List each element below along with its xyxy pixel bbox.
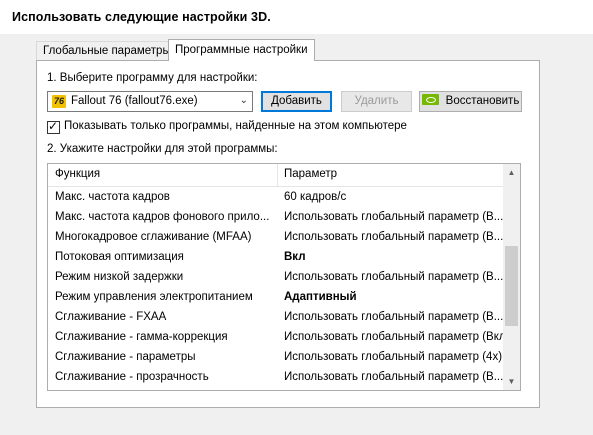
row-value[interactable]: Использовать глобальный параметр (4x): [284, 347, 504, 367]
row-feature: Макс. частота кадров: [55, 191, 170, 203]
add-button[interactable]: Добавить: [261, 91, 332, 112]
table-row[interactable]: Потоковая оптимизация Вкл: [48, 247, 504, 267]
row-feature: Режим управления электропитанием: [55, 291, 253, 303]
header-band: Использовать следующие настройки 3D.: [0, 0, 593, 34]
show-found-programs-checkbox[interactable]: ✓: [47, 119, 60, 134]
restore-button-label: Восстановить: [445, 95, 520, 107]
row-value[interactable]: Использовать глобальный параметр (В...: [284, 207, 504, 227]
row-value[interactable]: 60 кадров/с: [284, 187, 504, 207]
column-separator[interactable]: [277, 164, 278, 186]
table-row[interactable]: Сглаживание - прозрачность Использовать г…: [48, 367, 504, 387]
fallout76-icon: 76: [52, 95, 66, 108]
program-select[interactable]: 76 Fallout 76 (fallout76.exe) ⌄: [47, 91, 253, 112]
vertical-scrollbar[interactable]: ▲ ▼: [503, 164, 520, 390]
table-row[interactable]: Макс. частота кадров фонового прило... Ис…: [48, 207, 504, 227]
table-row[interactable]: Многокадровое сглаживание (MFAA) Использо…: [48, 227, 504, 247]
restore-button[interactable]: Восстановить: [419, 91, 522, 112]
step2-label: 2. Укажите настройки для этой программы:: [47, 143, 278, 155]
row-value[interactable]: Использовать глобальный параметр (В...: [284, 367, 504, 387]
column-header-value[interactable]: Параметр: [284, 168, 337, 180]
chevron-down-icon[interactable]: ⌄: [240, 95, 248, 106]
arrow-up-icon[interactable]: ▲: [503, 164, 520, 181]
show-found-programs-label[interactable]: Показывать только программы, найденные н…: [64, 120, 407, 132]
table-row[interactable]: Сглаживание - FXAA Использовать глобальны…: [48, 307, 504, 327]
row-value[interactable]: Адаптивный: [284, 287, 504, 307]
scrollbar-thumb[interactable]: [505, 246, 518, 326]
arrow-down-icon[interactable]: ▼: [503, 373, 520, 390]
row-feature: Потоковая оптимизация: [55, 251, 184, 263]
row-feature: Сглаживание - гамма-коррекция: [55, 331, 228, 343]
nvidia-logo-icon: [421, 94, 439, 105]
tab-global-settings[interactable]: Глобальные параметры: [36, 41, 178, 61]
page-title: Использовать следующие настройки 3D.: [12, 10, 271, 24]
table-row[interactable]: Макс. частота кадров 60 кадров/с: [48, 187, 504, 207]
row-feature: Сглаживание - FXAA: [55, 311, 167, 323]
program-select-value: Fallout 76 (fallout76.exe): [71, 95, 198, 107]
row-value[interactable]: Вкл: [284, 247, 504, 267]
checkmark-icon: ✓: [48, 119, 59, 133]
step1-label: 1. Выберите программу для настройки:: [47, 72, 258, 84]
row-value[interactable]: Использовать глобальный параметр (В...: [284, 307, 504, 327]
tab-program-settings[interactable]: Программные настройки: [168, 39, 315, 61]
table-row[interactable]: Режим управления электропитанием Адаптивн…: [48, 287, 504, 307]
row-feature: Многокадровое сглаживание (MFAA): [55, 231, 252, 243]
table-row[interactable]: Режим низкой задержки Использовать глобал…: [48, 267, 504, 287]
table-row[interactable]: Сглаживание - гамма-коррекция Использоват…: [48, 327, 504, 347]
row-feature: Режим низкой задержки: [55, 271, 184, 283]
remove-button[interactable]: Удалить: [341, 91, 412, 112]
column-header-feature[interactable]: Функция: [55, 168, 100, 180]
row-value[interactable]: Использовать глобальный параметр (В...: [284, 267, 504, 287]
row-feature: Сглаживание - параметры: [55, 351, 196, 363]
table-row[interactable]: Сглаживание - параметры Использовать глоб…: [48, 347, 504, 367]
row-value[interactable]: Использовать глобальный параметр (Вкл): [284, 327, 504, 347]
grid-header: Функция Параметр: [48, 164, 504, 187]
row-value[interactable]: Использовать глобальный параметр (В...: [284, 227, 504, 247]
row-feature: Сглаживание - прозрачность: [55, 371, 209, 383]
row-feature: Макс. частота кадров фонового прило...: [55, 211, 270, 223]
grid-rows: Макс. частота кадров 60 кадров/с Макс. час…: [48, 187, 504, 387]
settings-grid: Функция Параметр Макс. частота кадров 60 …: [47, 163, 521, 391]
